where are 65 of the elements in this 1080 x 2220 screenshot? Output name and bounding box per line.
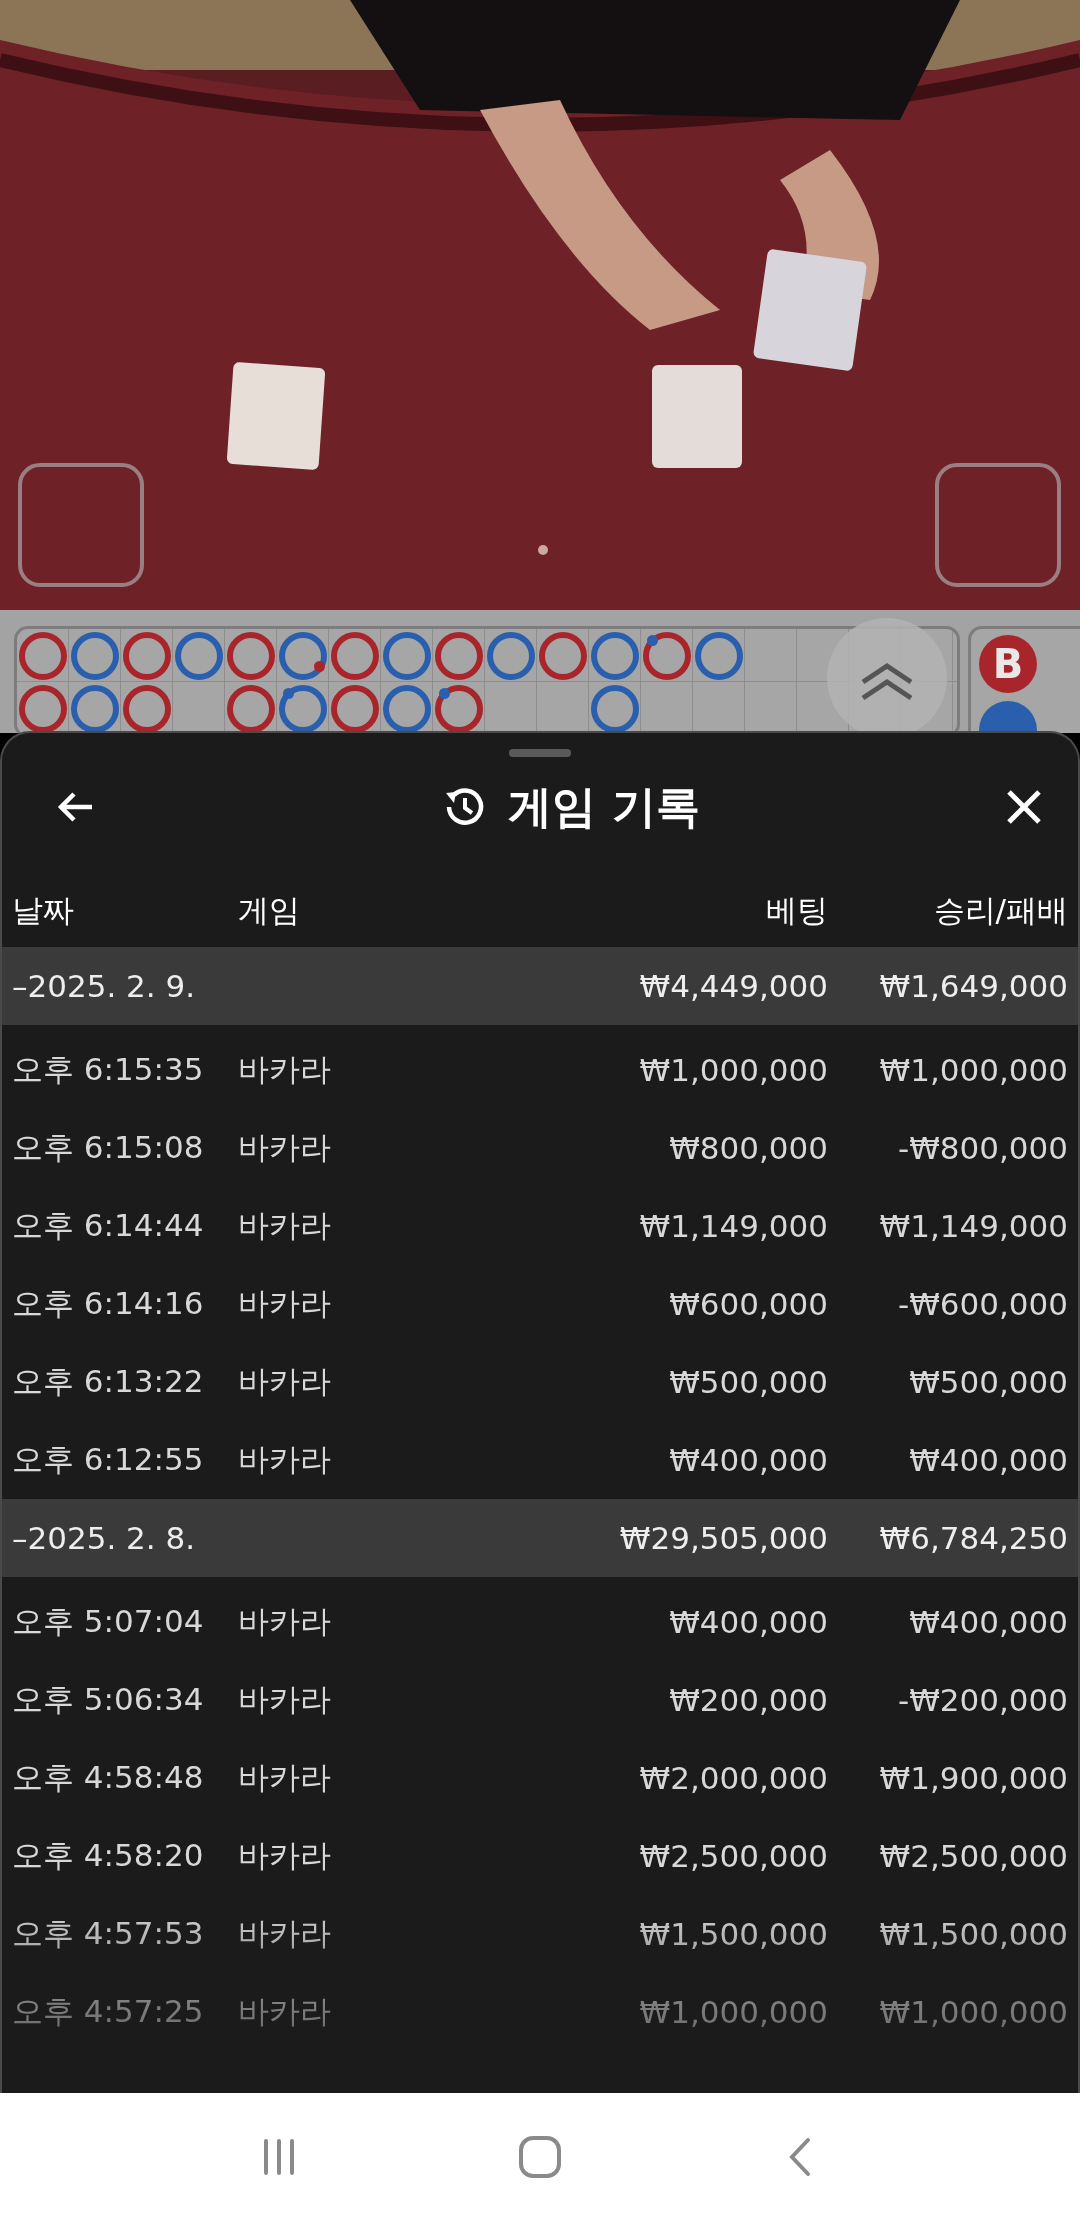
bet-cell-text: ₩1,500,000 [638, 1916, 828, 1952]
game-cell-text: 바카라 [238, 1992, 332, 2031]
bet-cell-text: ₩1,000,000 [638, 1994, 828, 2030]
time-cell-text: 오후 4:58:48 [12, 1758, 205, 1797]
game-cell-text: 바카라 [238, 1050, 332, 1089]
result-cell-text: ₩1,500,000 [878, 1916, 1068, 1952]
time-cell-text: 오후 5:07:04 [12, 1602, 205, 1641]
time-cell-text: 오후 4:57:25 [12, 1992, 205, 2031]
bet-total: ₩4,449,000 [638, 968, 828, 1004]
date-text: –2025. 2. 8. [12, 1520, 197, 1556]
result-cell-text: ₩1,000,000 [878, 1052, 1068, 1088]
time-cell-text: 오후 6:15:35 [12, 1050, 205, 1089]
bet-cell-text: ₩600,000 [668, 1286, 828, 1322]
time-cell-text: 오후 4:58:20 [12, 1836, 205, 1875]
time-cell-text: 오후 6:14:44 [12, 1206, 205, 1245]
time-cell-text: 오후 6:12:55 [12, 1440, 205, 1479]
column-header: 날짜 [12, 891, 75, 930]
column-header: 게임 [238, 891, 301, 930]
time-cell-text: 오후 6:14:16 [12, 1284, 205, 1323]
result-cell-text: -₩600,000 [896, 1286, 1068, 1322]
sheet-title: 게임 기록 [508, 779, 700, 834]
bet-cell-text: ₩500,000 [668, 1364, 828, 1400]
time-cell-text: 오후 6:15:08 [12, 1128, 205, 1167]
bet-cell-text: ₩2,500,000 [638, 1838, 828, 1874]
game-cell-text: 바카라 [238, 1836, 332, 1875]
game-cell-text: 바카라 [238, 1602, 332, 1641]
date-text: –2025. 2. 9. [12, 968, 197, 1004]
game-cell-text: 바카라 [238, 1128, 332, 1167]
bet-cell-text: ₩800,000 [668, 1130, 828, 1166]
bet-cell-text: ₩400,000 [668, 1604, 828, 1640]
date-row[interactable]: –2025. 2. 8. ₩29,505,000 ₩6,784,250 [2, 1499, 1078, 1577]
result-circle: B [979, 635, 1037, 693]
result-cell-text: -₩200,000 [896, 1682, 1068, 1718]
expand-button[interactable] [827, 618, 947, 733]
result-cell-text: ₩1,149,000 [878, 1208, 1068, 1244]
date-row[interactable]: –2025. 2. 9. ₩4,449,000 ₩1,649,000 [2, 947, 1078, 1025]
bet-cell-text: ₩1,149,000 [638, 1208, 828, 1244]
result-cell-text: ₩400,000 [908, 1604, 1068, 1640]
time-cell-text: 오후 6:13:22 [12, 1362, 205, 1401]
home-icon[interactable] [518, 2134, 562, 2179]
bet-cell-text: ₩1,000,000 [638, 1052, 828, 1088]
result-cell-text: ₩1,900,000 [878, 1760, 1068, 1796]
game-cell-text: 바카라 [238, 1284, 332, 1323]
result-cell-text: ₩1,000,000 [878, 1994, 1068, 2030]
game-cell-text: 바카라 [238, 1680, 332, 1719]
bet-cell-text: ₩2,000,000 [638, 1760, 828, 1796]
result-cell-text: ₩500,000 [908, 1364, 1068, 1400]
result-total: ₩1,649,000 [878, 968, 1068, 1004]
result-cell-text: -₩800,000 [896, 1130, 1068, 1166]
game-cell-text: 바카라 [238, 1206, 332, 1245]
bet-total: ₩29,505,000 [618, 1520, 828, 1556]
game-cell-text: 바카라 [238, 1914, 332, 1953]
time-cell-text: 오후 5:06:34 [12, 1680, 205, 1719]
column-header: 승리/패배 [932, 891, 1068, 930]
game-cell-text: 바카라 [238, 1440, 332, 1479]
result-cell-text: ₩2,500,000 [878, 1838, 1068, 1874]
result-cell-text: ₩400,000 [908, 1442, 1068, 1478]
result-total: ₩6,784,250 [878, 1520, 1068, 1556]
time-cell-text: 오후 4:57:53 [12, 1914, 205, 1953]
drag-handle[interactable] [509, 749, 571, 757]
bet-cell-text: ₩400,000 [668, 1442, 828, 1478]
game-cell-text: 바카라 [238, 1758, 332, 1797]
bet-cell-text: ₩200,000 [668, 1682, 828, 1718]
game-cell-text: 바카라 [238, 1362, 332, 1401]
column-header: 베팅 [765, 891, 828, 930]
